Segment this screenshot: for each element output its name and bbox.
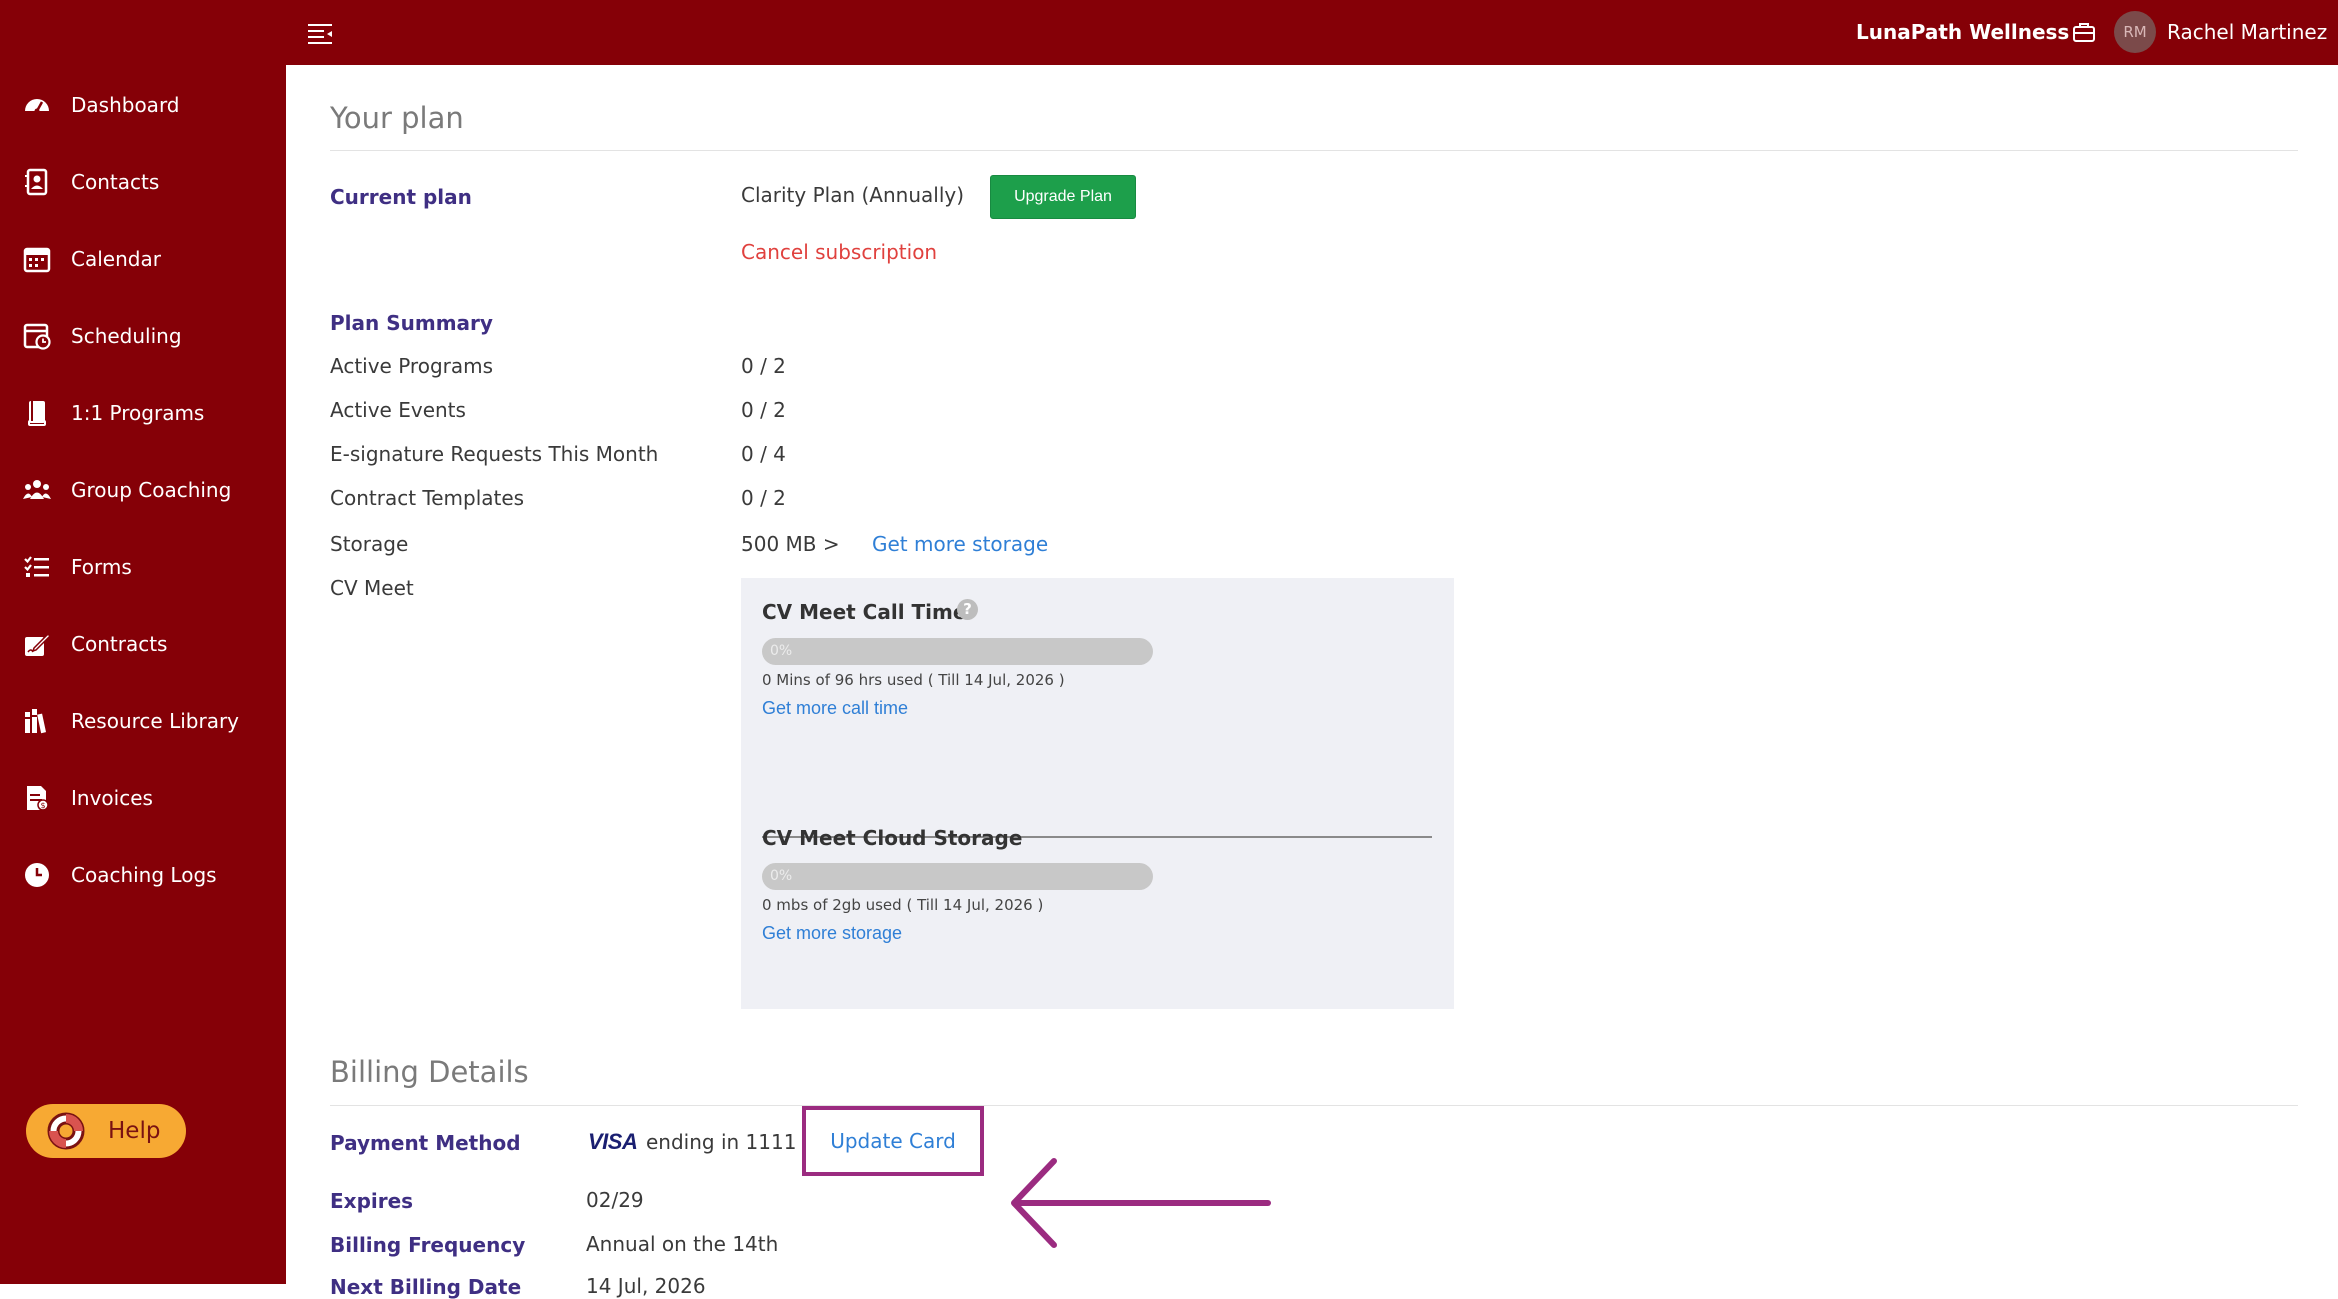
esignature-label: E-signature Requests This Month	[330, 442, 659, 466]
cloud-storage-usage: 0 mbs of 2gb used ( Till 14 Jul, 2026 )	[762, 896, 1044, 914]
cloud-storage-progress-text: 0%	[770, 868, 793, 884]
call-time-usage: 0 Mins of 96 hrs used ( Till 14 Jul, 202…	[762, 671, 1065, 689]
scheduling-calendar-clock-icon	[23, 323, 51, 350]
sidebar-item-forms[interactable]: Forms	[0, 537, 286, 597]
users-group-icon	[23, 480, 51, 499]
cv-meet-panel: CV Meet Call Time ? 0% 0 Mins of 96 hrs …	[741, 578, 1454, 1009]
sidebar-item-label: Coaching Logs	[71, 863, 217, 887]
sidebar-item-dashboard[interactable]: Dashboard	[0, 75, 286, 135]
menu-toggle-icon[interactable]	[306, 19, 334, 47]
contract-templates-label: Contract Templates	[330, 486, 525, 510]
get-more-cloud-storage-link[interactable]: Get more storage	[762, 923, 902, 944]
expires-value: 02/29	[586, 1188, 644, 1212]
sidebar-item-contracts[interactable]: Contracts	[0, 614, 286, 674]
sidebar-item-label: Scheduling	[71, 324, 182, 348]
update-card-button[interactable]: Update Card	[802, 1106, 984, 1176]
clock-icon	[25, 863, 49, 887]
active-programs-value: 0 / 2	[741, 354, 786, 378]
sidebar-item-label: Resource Library	[71, 709, 240, 733]
call-time-progress-bar: 0%	[762, 638, 1153, 665]
sidebar-item-calendar[interactable]: Calendar	[0, 229, 286, 289]
sidebar-item-programs[interactable]: 1:1 Programs	[0, 383, 286, 443]
sidebar: Dashboard Contacts Calendar Scheduling 1…	[0, 65, 286, 1284]
calendar-icon	[23, 247, 51, 273]
brand-name: LunaPath Wellness	[1856, 20, 2070, 44]
current-plan-value: Clarity Plan (Annually)	[741, 183, 965, 207]
call-time-progress-text: 0%	[770, 643, 793, 659]
dashboard-gauge-icon	[25, 99, 49, 114]
user-name[interactable]: Rachel Martinez	[2167, 0, 2327, 65]
contacts-book-icon	[25, 168, 48, 196]
sidebar-item-invoices[interactable]: $ Invoices	[0, 768, 286, 828]
call-time-title: CV Meet Call Time	[762, 600, 967, 624]
help-button[interactable]: Help	[26, 1104, 186, 1158]
storage-label: Storage	[330, 532, 409, 556]
cloud-storage-title: CV Meet Cloud Storage	[762, 826, 1023, 850]
payment-method-label: Payment Method	[330, 1131, 521, 1155]
next-billing-value: 14 Jul, 2026	[586, 1274, 706, 1298]
expires-label: Expires	[330, 1189, 414, 1213]
esignature-value: 0 / 4	[741, 442, 786, 466]
divider	[330, 150, 2298, 151]
sidebar-item-label: Calendar	[71, 247, 161, 271]
cloud-storage-progress-bar: 0%	[762, 863, 1153, 890]
help-label: Help	[108, 1118, 161, 1144]
billing-details-title: Billing Details	[330, 1055, 529, 1089]
library-books-icon	[25, 709, 47, 734]
active-programs-label: Active Programs	[330, 354, 494, 378]
cv-meet-label: CV Meet	[330, 576, 414, 600]
cancel-subscription-link[interactable]: Cancel subscription	[741, 240, 937, 264]
sidebar-item-scheduling[interactable]: Scheduling	[0, 306, 286, 366]
sidebar-item-label: Contacts	[71, 170, 160, 194]
sidebar-item-label: 1:1 Programs	[71, 401, 205, 425]
contract-templates-value: 0 / 2	[741, 486, 786, 510]
sidebar-item-contacts[interactable]: Contacts	[0, 152, 286, 212]
divider	[330, 1105, 2298, 1106]
invoice-icon: $	[27, 786, 49, 811]
billing-frequency-value: Annual on the 14th	[586, 1232, 779, 1256]
active-events-value: 0 / 2	[741, 398, 786, 422]
card-ending: ending in 1111	[646, 1130, 797, 1154]
plan-summary-label: Plan Summary	[330, 311, 493, 335]
sidebar-item-label: Invoices	[71, 786, 153, 810]
sidebar-item-label: Dashboard	[71, 93, 180, 117]
help-question-icon[interactable]: ?	[957, 599, 978, 620]
billing-frequency-label: Billing Frequency	[330, 1233, 526, 1257]
upgrade-plan-button[interactable]: Upgrade Plan	[990, 175, 1136, 219]
sidebar-item-resource-library[interactable]: Resource Library	[0, 691, 286, 751]
get-more-call-time-link[interactable]: Get more call time	[762, 698, 908, 719]
callout-arrow-icon	[1011, 1158, 1271, 1248]
book-icon	[28, 401, 46, 426]
main-content: Your plan Current plan Clarity Plan (Ann…	[286, 65, 2338, 1299]
lifebuoy-icon	[47, 1112, 85, 1150]
visa-logo: VISA	[588, 1129, 638, 1154]
update-card-label: Update Card	[830, 1129, 956, 1153]
storage-value: 500 MB >	[741, 532, 840, 556]
avatar[interactable]: RM	[2114, 11, 2156, 53]
sidebar-item-coaching-logs[interactable]: Coaching Logs	[0, 845, 286, 905]
checklist-icon	[24, 556, 49, 577]
sidebar-item-label: Group Coaching	[71, 478, 232, 502]
svg-text:$: $	[40, 801, 45, 810]
briefcase-icon[interactable]	[2072, 20, 2096, 44]
top-bar: LunaPath Wellness RM Rachel Martinez	[0, 0, 2338, 65]
your-plan-title: Your plan	[330, 101, 464, 135]
next-billing-label: Next Billing Date	[330, 1275, 522, 1299]
current-plan-label: Current plan	[330, 185, 472, 209]
sidebar-item-group-coaching[interactable]: Group Coaching	[0, 460, 286, 520]
sidebar-item-label: Forms	[71, 555, 132, 579]
get-more-storage-link[interactable]: Get more storage	[872, 532, 1048, 556]
active-events-label: Active Events	[330, 398, 466, 422]
signature-pen-icon	[25, 632, 52, 656]
sidebar-item-label: Contracts	[71, 632, 168, 656]
